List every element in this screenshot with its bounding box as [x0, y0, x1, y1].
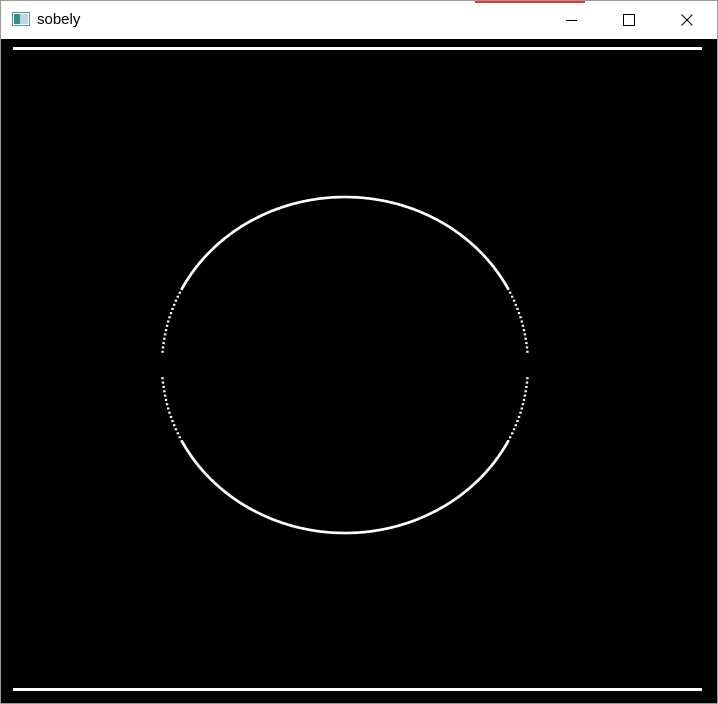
circle-edge-dot — [162, 342, 165, 345]
circle-edge-dot — [517, 415, 521, 418]
circle-edge-dot — [168, 316, 171, 319]
circle-edge-dot — [174, 299, 178, 302]
maximize-button[interactable] — [606, 1, 652, 39]
circle-edge-dot — [169, 312, 173, 315]
circle-edge-dot — [514, 303, 517, 306]
circle-edge-dot — [526, 377, 529, 380]
circle-edge-dot — [524, 390, 527, 393]
image-canvas — [1, 39, 717, 703]
circle-edge-dot — [167, 320, 170, 323]
app-window: sobely — [0, 0, 718, 704]
circle-edge-dot — [519, 316, 522, 319]
circle-edge-dot — [525, 381, 529, 384]
circle-edge-dot — [163, 390, 166, 393]
opencv-window-icon — [12, 12, 30, 26]
circle-edge-dot — [176, 295, 179, 298]
circle-edge-point — [180, 439, 184, 443]
circle-edge-dot — [521, 403, 525, 406]
circle-edge-dot — [164, 329, 168, 332]
circle-edge-dot — [171, 420, 174, 423]
circle-edge-dot — [161, 350, 164, 353]
circle-edge-dot — [163, 394, 167, 397]
circle-edge-dot — [178, 291, 181, 294]
circle-edge-dot — [516, 420, 519, 423]
minimize-button[interactable] — [549, 1, 595, 39]
circle-edge-dot — [523, 394, 527, 397]
circle-edge-dot — [164, 398, 168, 401]
close-button[interactable] — [664, 1, 710, 39]
circle-edge-dot — [520, 320, 523, 323]
circle-edge-dot — [521, 324, 525, 327]
circle-edge-dot — [525, 342, 528, 345]
circle-edge-dot — [178, 436, 181, 439]
circle-edge-dot — [163, 337, 166, 340]
edge-image — [1, 39, 717, 703]
circle-edge-dot — [161, 346, 165, 349]
circle-edge-dot — [522, 398, 526, 401]
circle-edge-dot — [517, 312, 521, 315]
circle-edge-dot — [171, 307, 174, 310]
circle-edge-dot — [163, 333, 167, 336]
circle-edge-dot — [165, 403, 169, 406]
circle-edge-dot — [524, 337, 527, 340]
circle-edge-dot — [519, 411, 522, 414]
window-title: sobely — [37, 11, 81, 28]
circle-edge-dot — [167, 407, 170, 410]
circle-edge-dot — [509, 436, 512, 439]
circle-edge-dot — [525, 346, 529, 349]
circle-edge-point — [506, 287, 510, 291]
circle-edge-dot — [525, 385, 528, 388]
circle-edge-dot — [173, 303, 176, 306]
circle-edge-dot — [511, 295, 514, 298]
circle-edge-dot — [165, 324, 169, 327]
minimize-icon — [566, 20, 577, 21]
circle-edge-dot — [511, 432, 514, 435]
circle-edge-dot — [512, 428, 516, 431]
circle-edge-dot — [161, 381, 165, 384]
circle-edge-dot — [516, 307, 519, 310]
circle-edge-dot — [523, 333, 527, 336]
circle-edge-dot — [169, 415, 173, 418]
circle-edge-dot — [176, 432, 179, 435]
circle-edge-dot — [162, 385, 165, 388]
circle-edge-dot — [173, 424, 176, 427]
circle-edge-dot — [168, 411, 171, 414]
circle-edge-dot — [174, 428, 178, 431]
circle-edge-dot — [512, 299, 516, 302]
circle-edge-dot — [161, 377, 164, 380]
circle-edge-dot — [522, 329, 526, 332]
circle-edge-dot — [520, 407, 523, 410]
maximize-icon — [623, 14, 635, 26]
title-bar[interactable]: sobely — [1, 1, 717, 39]
circle-edge-dot — [509, 291, 512, 294]
circle-edge-dot — [514, 424, 517, 427]
circle-edge-dot — [526, 350, 529, 353]
close-icon — [681, 14, 693, 26]
